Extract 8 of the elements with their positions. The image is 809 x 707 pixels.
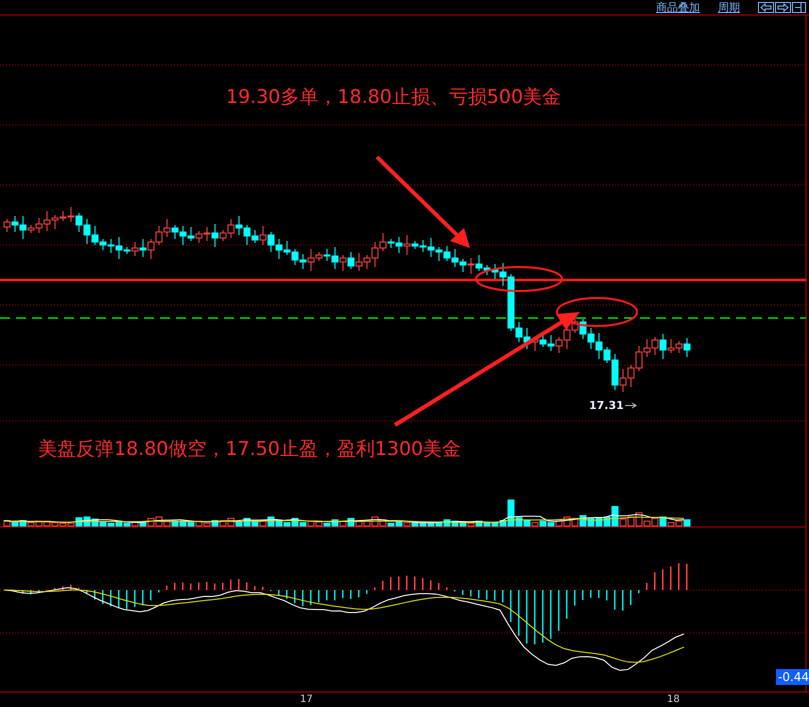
date-label: 18 [667, 694, 680, 705]
trade-note: 19.30多单，18.80止损、亏损500美金 [226, 85, 562, 110]
date-label: 17 [300, 694, 313, 705]
trade-note: 美盘反弹18.80做空，17.50止盈，盈利1300美金 [38, 437, 462, 462]
indicator-value: -0.44 [776, 669, 809, 685]
low-price-label: 17.31 [589, 399, 624, 412]
period-link[interactable]: 周期 [718, 0, 740, 14]
overlay-link[interactable]: 商品叠加 [656, 0, 700, 14]
